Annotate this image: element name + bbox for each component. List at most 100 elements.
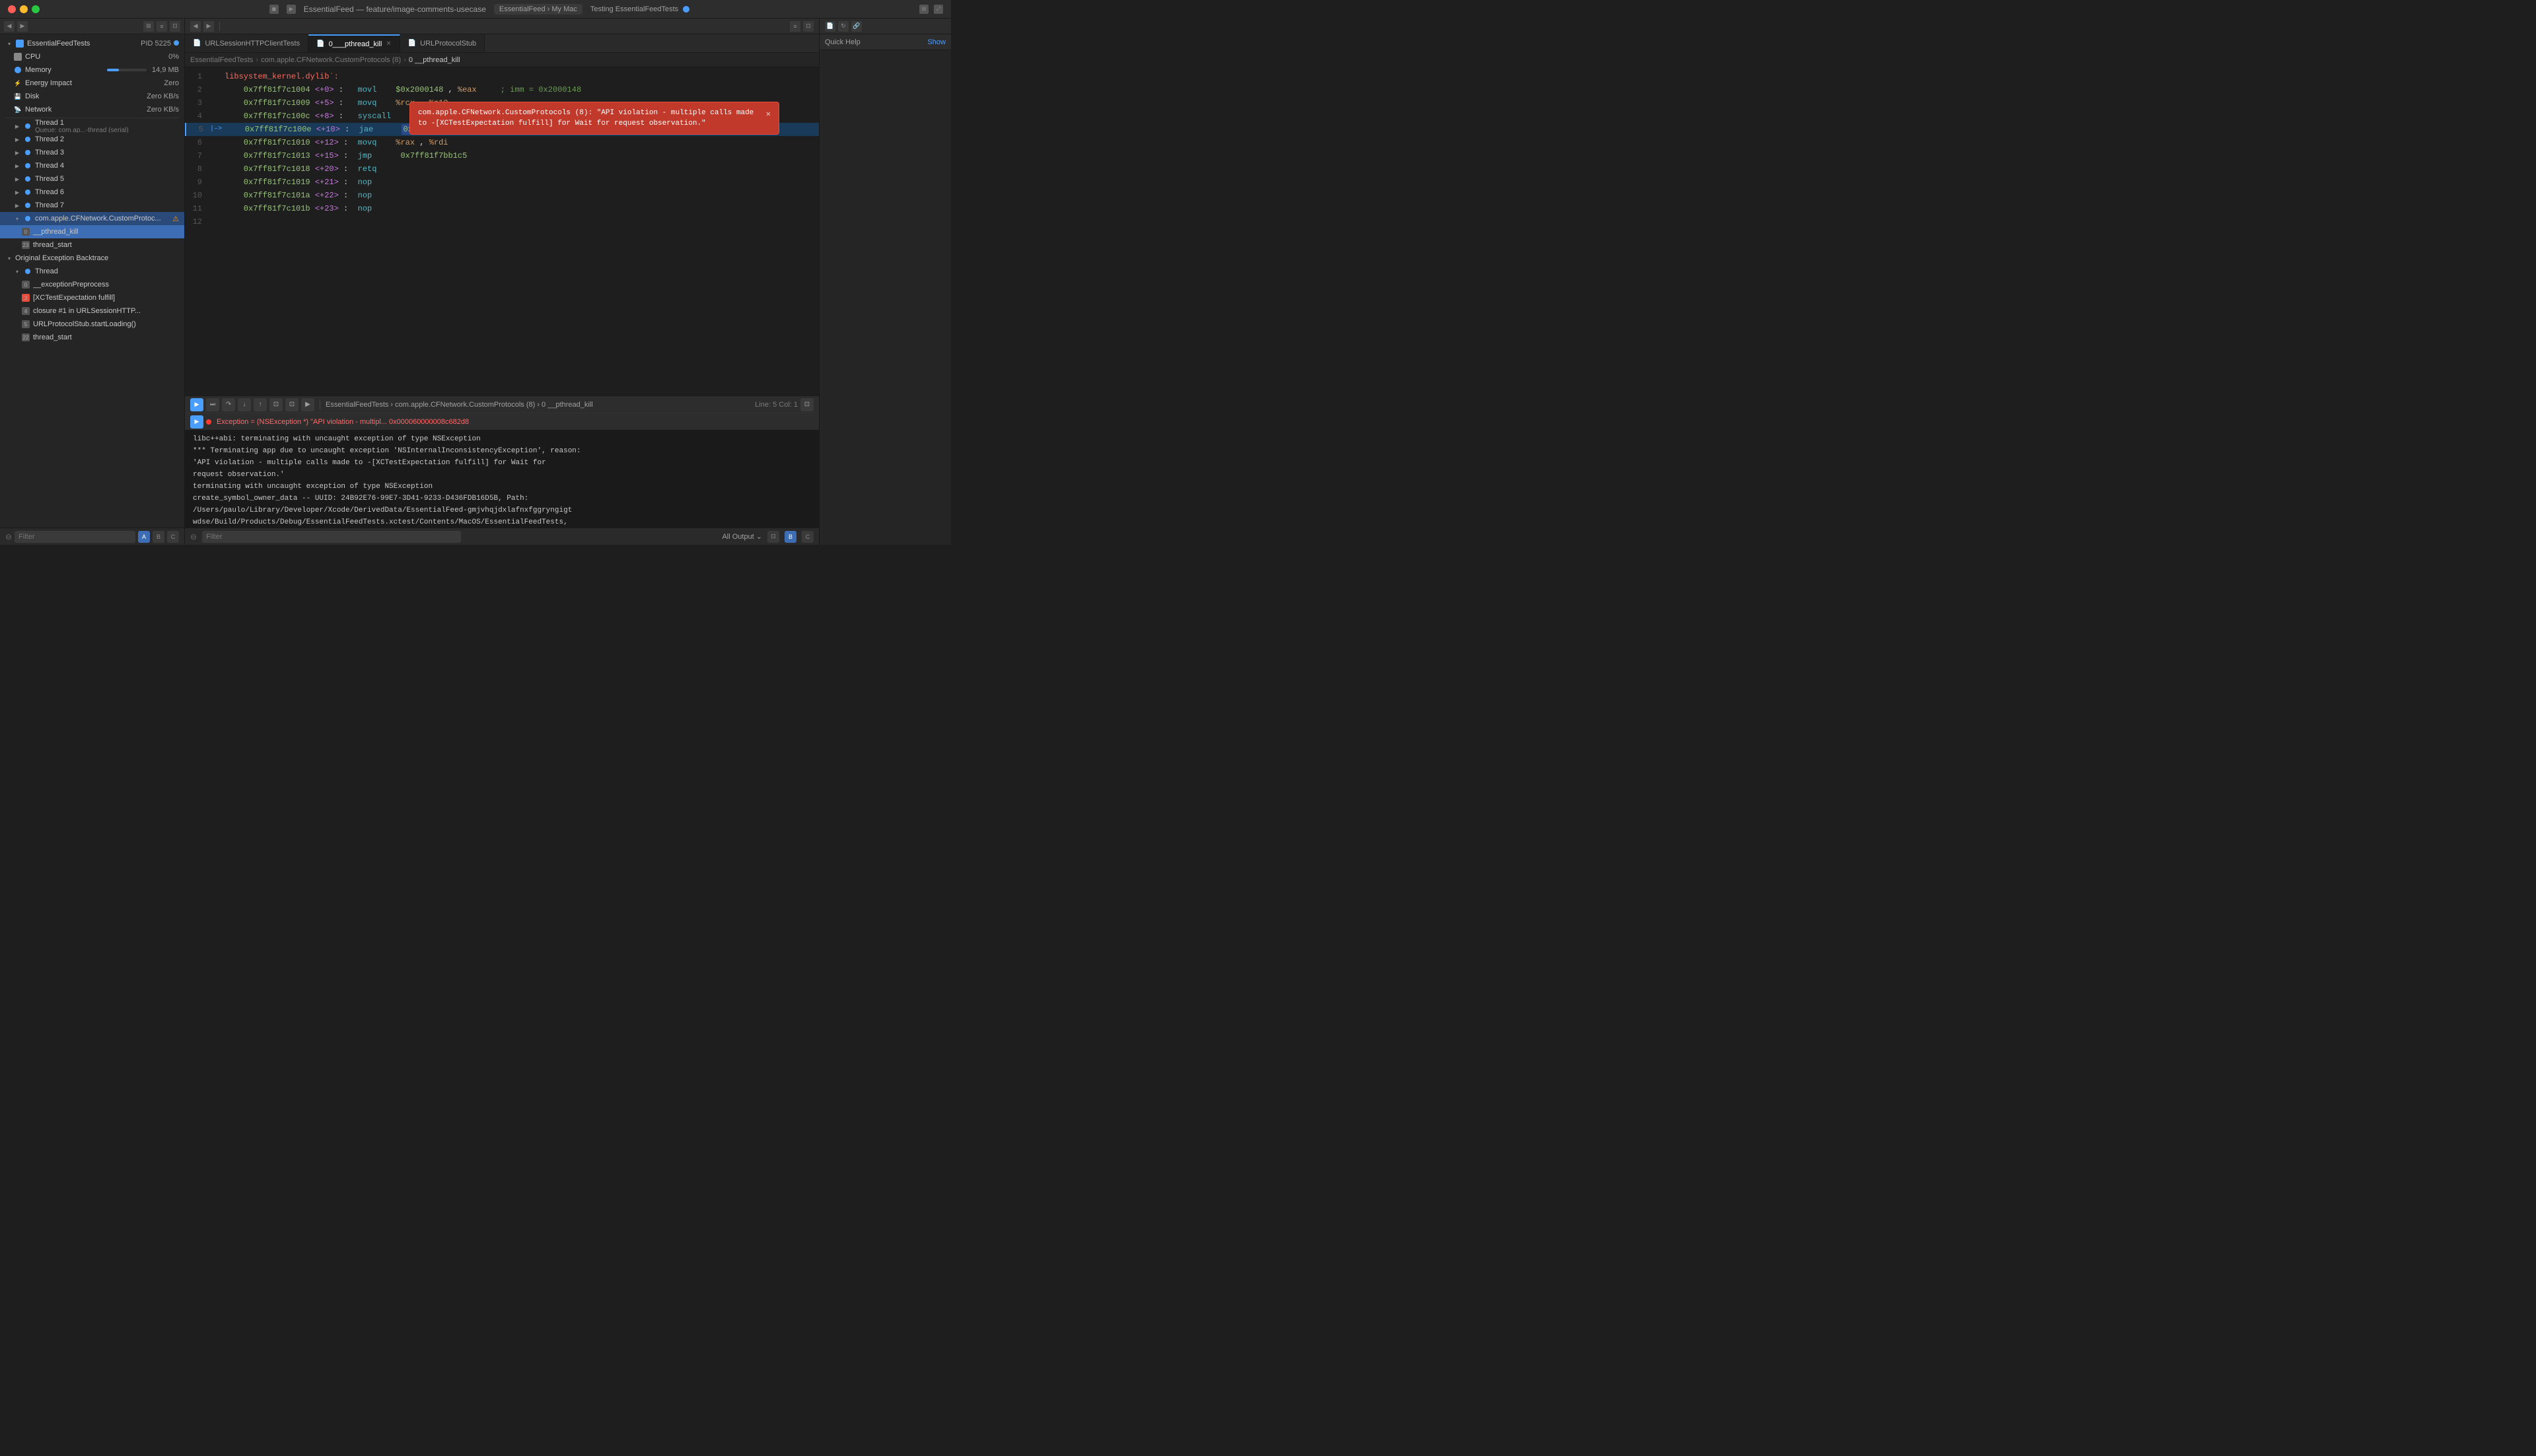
console-filter-btn1[interactable]: ⊡ [767,531,779,543]
view-btn-3[interactable]: ▶ [301,398,314,411]
sidebar-item-cfnetwork[interactable]: ▾ com.apple.CFNetwork.CustomProtoc... ⚠ [0,212,184,225]
view-btn-1[interactable]: ⊡ [269,398,283,411]
view-btn-2[interactable]: ⊡ [285,398,299,411]
stop-button[interactable]: ◼ [269,5,279,14]
code-editor[interactable]: 1 libsystem_kernel.dylib`: 2 0x7ff81f7c1… [185,67,819,396]
cfnetwork-label: com.apple.CFNetwork.CustomProtoc... [35,215,172,223]
sidebar-item-exception-thread[interactable]: ▾ Thread [0,265,184,278]
editor-nav-forward[interactable]: ▶ [203,21,214,32]
editor-nav-back[interactable]: ◀ [190,21,201,32]
console-filter-btn2[interactable]: B [785,531,796,543]
split-view-button[interactable]: ⊞ [919,5,929,14]
exception-thread-label: Thread [35,267,179,275]
right-panel-doc-btn[interactable]: 📄 [825,21,835,32]
console-content[interactable]: libc++abi: terminating with uncaught exc… [185,431,819,528]
sidebar-view-btn3[interactable]: ⊡ [170,21,180,32]
thread1-sublabel: Queue: com.ap...-thread (serial) [35,127,179,133]
tab-pthread-kill[interactable]: 📄 0___pthread_kill ✕ [308,34,400,52]
code-line-9: 9 0x7ff81f7c1019 <+21> : nop [185,176,819,189]
sidebar-item-thread4[interactable]: ▶ Thread 4 [0,159,184,172]
cpu-label: CPU [25,53,166,61]
window-controls[interactable] [8,5,40,13]
console-run-btn[interactable]: ▶ [190,415,203,429]
scheme-tab[interactable]: EssentialFeed › My Mac [494,4,582,15]
sidebar-item-thread5[interactable]: ▶ Thread 5 [0,172,184,186]
breadcrumb-item-2[interactable]: com.apple.CFNetwork.CustomProtocols (8) [261,56,401,64]
filter-btn-c[interactable]: C [167,531,179,543]
thread7-label: Thread 7 [35,201,179,209]
run-button[interactable]: ▶ [287,5,296,14]
maximize-button[interactable] [32,5,40,13]
console-line-5: create_symbol_owner_data -- UUID: 24B92E… [193,493,811,504]
memory-value: 14,9 MB [152,66,179,74]
sidebar-item-exception-backtrace[interactable]: ▾ Original Exception Backtrace [0,252,184,265]
minimize-button[interactable] [20,5,28,13]
close-button[interactable] [8,5,16,13]
right-panel-show-btn[interactable]: Show [927,38,946,46]
step-into-btn[interactable]: ↓ [238,398,251,411]
sidebar-item-thread2[interactable]: ▶ Thread 2 [0,133,184,146]
console-filter-input[interactable] [202,531,461,543]
breadcrumb-item-1[interactable]: EssentialFeedTests [190,56,253,64]
network-icon: 📡 [13,105,22,114]
sidebar-item-exc-frame22[interactable]: 22 thread_start [0,331,184,344]
code-line-7: 7 0x7ff81f7c1013 <+15> : jmp 0x7ff81f7bb… [185,149,819,162]
frame0-icon: 0 [21,227,30,236]
sidebar-item-exc-frame5[interactable]: 5 URLProtocolStub.startLoading() [0,318,184,331]
filter-btn-a[interactable]: A [138,531,150,543]
editor-view-btn1[interactable]: ≡ [790,21,800,32]
cpu-item[interactable]: CPU 0% [0,50,184,63]
urlprotocol-tab-icon: 📄 [408,40,416,47]
right-panel-refresh-btn[interactable]: ↻ [838,21,849,32]
energy-item[interactable]: ⚡ Energy Impact Zero [0,77,184,90]
sidebar-item-thread7[interactable]: ▶ Thread 7 [0,199,184,212]
memory-item[interactable]: Memory 14,9 MB [0,63,184,77]
right-panel-link-btn[interactable]: 🔗 [851,21,862,32]
code-line-1: 1 libsystem_kernel.dylib`: [185,70,819,83]
console-line-2: 'API violation - multiple calls made to … [193,457,811,469]
filter-input[interactable] [15,531,135,543]
fullscreen-button[interactable]: ⤢ [934,5,943,14]
sidebar-view-btn2[interactable]: ≡ [157,21,167,32]
sidebar-item-thread6[interactable]: ▶ Thread 6 [0,186,184,199]
continue-btn[interactable]: ⏭ [206,398,219,411]
app-name-label: EssentialFeedTests [27,40,138,48]
breadcrumb-item-3[interactable]: 0 __pthread_kill [409,56,460,64]
step-out-btn[interactable]: ↑ [254,398,267,411]
sidebar-item-thread1[interactable]: ▶ Thread 1 Queue: com.ap...-thread (seri… [0,120,184,133]
sidebar-item-exc-frame4[interactable]: 4 closure #1 in URLSessionHTTP... [0,304,184,318]
pthread-tab-close[interactable]: ✕ [386,40,391,48]
sidebar-view-btn[interactable]: ⊞ [143,21,154,32]
console-line-0: libc++abi: terminating with uncaught exc… [193,433,811,445]
debug-btn[interactable]: ▶ [190,398,203,411]
breadcrumb-sep-1: › [256,56,258,64]
tab-urlsession[interactable]: 📄 URLSessionHTTPClientTests [185,34,308,52]
exception-red-dot [206,419,211,425]
thread7-icon [23,201,32,210]
tab-urlprotocol[interactable]: 📄 URLProtocolStub [400,34,485,52]
console-filter-btn3[interactable]: C [802,531,814,543]
line-code-1: libsystem_kernel.dylib`: [222,70,819,83]
line-num-11: 11 [185,202,209,215]
sidebar-item-thread3[interactable]: ▶ Thread 3 [0,146,184,159]
error-tooltip-close[interactable]: ✕ [766,108,771,121]
editor-view-btn2[interactable]: ⊡ [803,21,814,32]
pthread-tab-icon: 📄 [316,40,324,48]
sidebar-nav-back[interactable]: ◀ [4,21,15,32]
sidebar-item-frame0[interactable]: 0 __pthread_kill [0,225,184,238]
thread5-icon [23,174,32,184]
console-line-3: request observation.' [193,469,811,481]
step-over-btn[interactable]: ↷ [222,398,235,411]
disk-item[interactable]: 💾 Disk Zero KB/s [0,90,184,103]
app-item[interactable]: ▾ EssentialFeedTests PID 5225 [0,37,184,50]
network-item[interactable]: 📡 Network Zero KB/s [0,103,184,116]
sidebar-item-exc-frame3[interactable]: 3 [XCTestExpectation fulfill] [0,291,184,304]
sidebar-nav-forward[interactable]: ▶ [17,21,28,32]
exc-frame3-label: [XCTestExpectation fulfill] [33,294,179,302]
expand-console-btn[interactable]: ⊡ [800,398,814,411]
filter-btn-b[interactable]: B [153,531,164,543]
sidebar-item-frame23[interactable]: 23 thread_start [0,238,184,252]
sidebar-item-exc-frame0[interactable]: 0 __exceptionPreprocess [0,278,184,291]
right-panel: 📄 ↻ 🔗 Quick Help Show [819,18,951,545]
scheme-selector[interactable]: EssentialFeed › My Mac [494,4,582,15]
